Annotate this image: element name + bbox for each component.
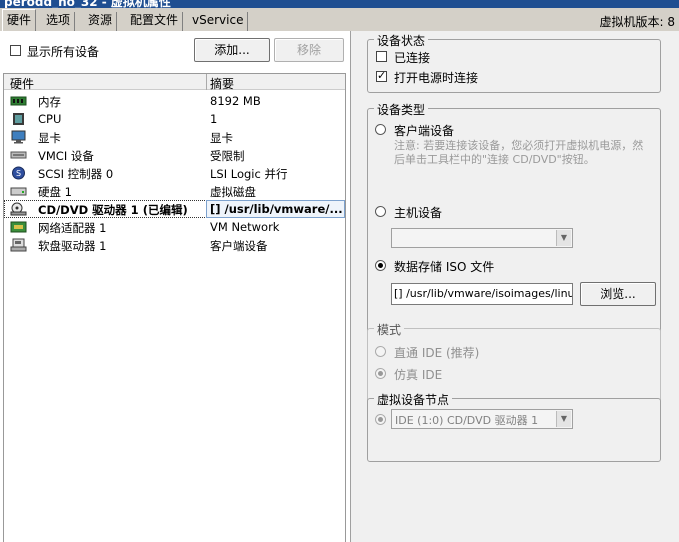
tab-vservice[interactable]: vService: [188, 12, 249, 31]
browse-button[interactable]: 浏览...: [580, 282, 656, 306]
cdrom-icon: [10, 202, 27, 216]
vmci-icon: [10, 151, 27, 159]
emulate-ide-radio[interactable]: [375, 368, 386, 379]
device-status-legend: 设备状态: [374, 32, 429, 49]
column-summary[interactable]: 摘要: [210, 75, 234, 92]
client-device-radio[interactable]: [375, 124, 386, 135]
hardware-row-disk[interactable]: 硬盘 1 虚拟磁盘: [4, 182, 345, 200]
emulate-ide-label: 仿真 IDE: [394, 368, 443, 382]
hardware-summary: 显卡: [210, 131, 233, 145]
hardware-name: 软盘驱动器 1: [38, 239, 107, 253]
connect-on-power-checkbox[interactable]: [376, 69, 387, 82]
scsi-icon: S: [12, 166, 25, 180]
connected-checkbox[interactable]: [376, 51, 387, 62]
tab-resources[interactable]: 资源: [84, 12, 118, 31]
display-icon: [11, 130, 26, 144]
hardware-row-vmci[interactable]: VMCI 设备 受限制: [4, 146, 345, 164]
hardware-panel: 显示所有设备 添加... 移除 硬件 摘要 内存 8192 MB CPU 1 显…: [0, 31, 350, 542]
hardware-summary: 8192 MB: [210, 94, 261, 108]
hardware-row-network[interactable]: 网络适配器 1 VM Network: [4, 218, 345, 236]
vm-version-label: 虚拟机版本: 8: [599, 15, 676, 29]
hardware-summary: 1: [210, 112, 218, 126]
hardware-summary: [] /usr/lib/vmware/...: [210, 202, 342, 216]
virtual-device-node-group: 虚拟设备节点 IDE (1:0) CD/DVD 驱动器 1 ▼: [367, 391, 661, 462]
hardware-row-floppy[interactable]: 软盘驱动器 1 客户端设备: [4, 236, 345, 254]
iso-path-input[interactable]: [] /usr/lib/vmware/isoimages/linux.iso: [391, 283, 573, 305]
hardware-name: SCSI 控制器 0: [38, 167, 114, 181]
svg-text:S: S: [16, 169, 21, 178]
tab-profiles[interactable]: 配置文件: [126, 12, 184, 31]
hardware-list-header: 硬件 摘要: [4, 74, 345, 92]
tab-options[interactable]: 选项: [42, 12, 76, 31]
connected-label: 已连接: [394, 51, 431, 65]
vnode-select[interactable]: IDE (1:0) CD/DVD 驱动器 1 ▼: [391, 409, 573, 429]
hardware-name: 内存: [38, 95, 61, 109]
hardware-row-memory[interactable]: 内存 8192 MB: [4, 92, 345, 110]
hardware-row-cdrom[interactable]: CD/DVD 驱动器 1 (已编辑) [] /usr/lib/vmware/..…: [4, 200, 345, 218]
column-divider: [206, 74, 207, 90]
add-button[interactable]: 添加...: [194, 38, 270, 62]
tab-strip: 硬件 选项 资源 配置文件 vService 虚拟机版本: 8: [0, 8, 679, 31]
hardware-name: 硬盘 1: [38, 185, 72, 199]
hardware-summary: VM Network: [210, 220, 280, 234]
mode-legend: 模式: [374, 321, 405, 338]
hardware-summary: 虚拟磁盘: [210, 185, 256, 199]
host-device-radio[interactable]: [375, 206, 386, 217]
hardware-summary: LSI Logic 并行: [210, 167, 288, 181]
iso-path-value: [] /usr/lib/vmware/isoimages/linux.iso: [394, 287, 573, 300]
device-type-legend: 设备类型: [374, 101, 429, 118]
hardware-row-video[interactable]: 显卡 显卡: [4, 128, 345, 146]
hardware-name: CD/DVD 驱动器 1 (已编辑): [38, 203, 188, 217]
memory-icon: [10, 96, 27, 106]
network-icon: [10, 221, 27, 233]
connect-on-power-label: 打开电源时连接: [394, 71, 479, 85]
chevron-down-icon: ▼: [556, 230, 571, 246]
cpu-icon: [13, 113, 24, 125]
device-settings-panel: 设备状态 已连接 打开电源时连接 设备类型 客户端设备 注意: 若要连接该设备，…: [350, 31, 679, 542]
passthrough-ide-label: 直通 IDE (推荐): [394, 346, 480, 360]
host-device-label: 主机设备: [394, 206, 443, 220]
device-type-group: 设备类型 客户端设备 注意: 若要连接该设备，您必须打开虚拟机电源，然后单击工具…: [367, 101, 661, 340]
hardware-name: 显卡: [38, 131, 61, 145]
floppy-icon: [10, 238, 27, 252]
disk-icon: [10, 187, 27, 196]
hardware-row-cpu[interactable]: CPU 1: [4, 110, 345, 128]
client-device-note: 注意: 若要连接该设备，您必须打开虚拟机电源，然后单击工具栏中的"连接 CD/D…: [394, 139, 644, 166]
host-device-select[interactable]: ▼: [391, 228, 573, 248]
hardware-name: 网络适配器 1: [38, 221, 107, 235]
hardware-summary: 受限制: [210, 149, 245, 163]
title-bar: perodd_ho_32 - 虚拟机属性: [0, 0, 679, 8]
tab-hardware[interactable]: 硬件: [2, 9, 37, 31]
client-device-label: 客户端设备: [394, 124, 455, 138]
passthrough-ide-radio[interactable]: [375, 346, 386, 357]
remove-button[interactable]: 移除: [274, 38, 344, 62]
iso-file-label: 数据存储 ISO 文件: [394, 260, 495, 274]
vnode-value: IDE (1:0) CD/DVD 驱动器 1: [395, 414, 539, 427]
hardware-list: 硬件 摘要 内存 8192 MB CPU 1 显卡 显卡 VMCI 设备 受限制…: [3, 73, 346, 542]
hardware-summary: 客户端设备: [210, 239, 268, 253]
hardware-name: VMCI 设备: [38, 149, 94, 163]
hardware-row-scsi[interactable]: S SCSI 控制器 0 LSI Logic 并行: [4, 164, 345, 182]
show-all-devices-label: 显示所有设备: [27, 45, 100, 59]
chevron-down-icon: ▼: [556, 411, 571, 427]
column-hardware[interactable]: 硬件: [10, 75, 34, 92]
hardware-name: CPU: [38, 112, 62, 126]
show-all-devices-checkbox[interactable]: [10, 45, 21, 56]
window-title: perodd_ho_32 - 虚拟机属性: [4, 0, 171, 8]
virtual-device-node-legend: 虚拟设备节点: [374, 391, 453, 408]
iso-file-radio[interactable]: [375, 260, 386, 271]
device-status-group: 设备状态 已连接 打开电源时连接: [367, 32, 661, 93]
vnode-radio[interactable]: [375, 414, 386, 425]
